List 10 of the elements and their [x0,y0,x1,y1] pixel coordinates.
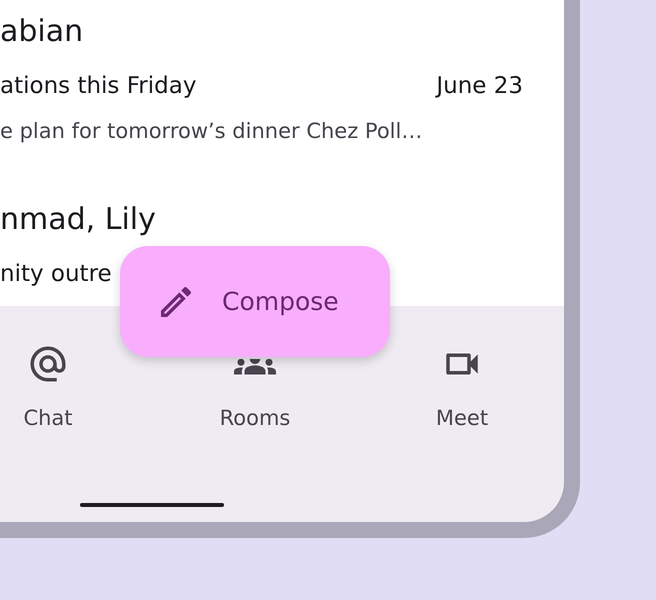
message-sender: abian [0,13,84,51]
nav-item[interactable]: Chat [23,405,73,431]
nav-item[interactable]: Rooms [220,405,290,431]
nav-item[interactable]: Meet [436,405,488,431]
message-subject: nity outre [0,260,112,289]
message-subject: ations this Friday [0,72,196,101]
message-preview: e plan for tomorrow’s dinner Chez Poll… [0,118,424,145]
message-sender: nmad, Lily [0,201,157,239]
compose-button[interactable]: Compose [120,246,390,357]
message-date: June 23 [436,72,523,101]
